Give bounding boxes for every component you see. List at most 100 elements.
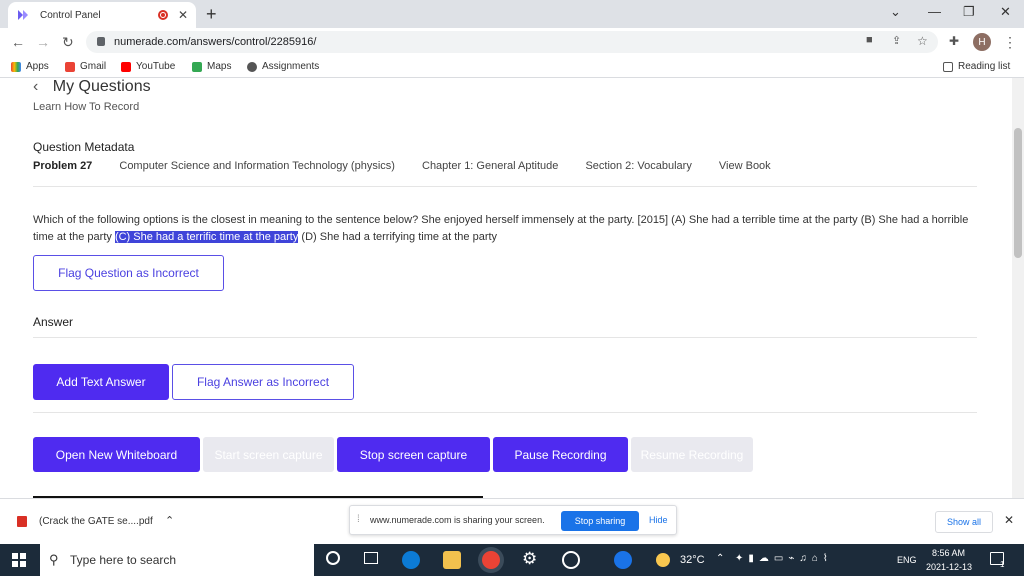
bookmark-gmail[interactable]: Gmail	[65, 61, 106, 72]
page-content: ‹ My Questions Learn How To Record Quest…	[0, 78, 1012, 498]
scrollbar[interactable]	[1012, 78, 1024, 498]
bookmark-label: Apps	[26, 61, 49, 72]
media-player-icon[interactable]	[562, 551, 580, 569]
subject-label: Computer Science and Information Technol…	[119, 160, 395, 172]
help-icon[interactable]	[614, 551, 632, 569]
divider	[33, 337, 977, 338]
new-tab-button[interactable]: +	[206, 4, 217, 25]
language-indicator[interactable]: ENG	[897, 555, 917, 565]
system-tray-icons[interactable]: ✦▮☁▭⌁♫⌂⌇	[735, 553, 833, 564]
reading-list[interactable]: Reading list	[943, 61, 1010, 72]
drag-handle-icon[interactable]: ⁞	[357, 514, 360, 525]
tab-search-icon[interactable]: ⌄	[890, 4, 901, 20]
back-chevron-icon[interactable]: ‹	[33, 78, 38, 95]
tab-close-icon[interactable]: ✕	[178, 8, 188, 22]
gmail-icon	[65, 61, 75, 72]
add-text-answer-button[interactable]: Add Text Answer	[33, 364, 169, 400]
extensions-icon[interactable]: ✚	[949, 34, 959, 48]
taskbar: ⚲ Type here to search ⚙ 32°C ⌃ ✦▮☁▭⌁♫⌂⌇ …	[0, 544, 1024, 576]
share-message: www.numerade.com is sharing your screen.	[370, 515, 545, 525]
divider	[33, 186, 977, 187]
clock-time[interactable]: 8:56 AM	[932, 548, 965, 558]
bookmark-apps[interactable]: Apps	[11, 61, 49, 72]
metadata-row: Problem 27 Computer Science and Informat…	[33, 160, 795, 172]
toolbar: ← → ↻ numerade.com/answers/control/22859…	[0, 28, 1024, 56]
menu-icon[interactable]: ⋮	[1003, 34, 1017, 51]
start-capture-button[interactable]: Start screen capture	[203, 437, 334, 472]
restore-button[interactable]: ❐	[963, 4, 975, 20]
cortana-icon[interactable]	[326, 551, 340, 565]
metadata-heading: Question Metadata	[33, 140, 135, 154]
page-title-row: ‹ My Questions	[33, 78, 151, 96]
screen-share-banner: ⁞ www.numerade.com is sharing your scree…	[349, 505, 677, 535]
divider	[33, 412, 977, 413]
camera-icon[interactable]: ■	[866, 34, 873, 46]
flag-answer-button[interactable]: Flag Answer as Incorrect	[172, 364, 354, 400]
chevron-up-icon[interactable]: ⌃	[165, 514, 174, 527]
bookmark-assignments[interactable]: Assignments	[247, 61, 319, 72]
back-icon[interactable]: ←	[11, 34, 25, 50]
forward-icon[interactable]: →	[36, 34, 50, 50]
question-part: (D) She had a terrifying time at the par…	[298, 231, 498, 243]
view-book-link[interactable]: View Book	[719, 160, 771, 172]
close-download-bar-icon[interactable]: ✕	[1004, 513, 1014, 527]
globe-icon	[247, 61, 257, 72]
settings-gear-icon[interactable]: ⚙	[522, 549, 537, 569]
reading-list-icon	[943, 61, 953, 72]
search-icon: ⚲	[49, 552, 59, 567]
share-icon[interactable]: ⇪	[892, 34, 901, 47]
bookmark-youtube[interactable]: YouTube	[121, 61, 175, 72]
youtube-icon	[121, 61, 131, 72]
resume-recording-button[interactable]: Resume Recording	[631, 437, 753, 472]
download-file[interactable]: (Crack the GATE se....pdf	[39, 516, 153, 527]
file-explorer-icon[interactable]	[443, 551, 461, 569]
bookmark-star-icon[interactable]: ☆	[917, 34, 928, 48]
download-bar: (Crack the GATE se....pdf ⌃ ⁞ www.numera…	[0, 498, 1024, 544]
temperature: 32°C	[680, 554, 705, 566]
apps-grid-icon	[11, 61, 21, 72]
task-view-icon[interactable]	[364, 552, 378, 564]
page-title: My Questions	[52, 78, 151, 95]
hide-button[interactable]: Hide	[649, 515, 668, 525]
address-bar[interactable]: numerade.com/answers/control/2285916/	[86, 31, 938, 53]
bookmarks-bar: Apps Gmail YouTube Maps Assignments Read…	[0, 56, 1024, 78]
numerade-favicon-icon	[18, 10, 28, 20]
profile-avatar[interactable]: H	[973, 33, 991, 51]
maps-icon	[192, 61, 202, 72]
flag-question-button[interactable]: Flag Question as Incorrect	[33, 255, 224, 291]
pdf-icon	[17, 516, 27, 527]
question-text: Which of the following options is the cl…	[33, 212, 983, 246]
recording-indicator-icon	[157, 10, 168, 20]
windows-start-icon[interactable]	[12, 553, 26, 567]
bookmark-maps[interactable]: Maps	[192, 61, 231, 72]
taskbar-search[interactable]: ⚲ Type here to search	[40, 544, 314, 576]
browser-tab[interactable]: Control Panel ✕	[8, 2, 196, 28]
answer-heading: Answer	[33, 315, 74, 329]
open-whiteboard-button[interactable]: Open New Whiteboard	[33, 437, 200, 472]
chapter-label: Chapter 1: General Aptitude	[422, 160, 559, 172]
question-selection: (C) She had a terrific time at the party	[114, 231, 299, 243]
tab-title: Control Panel	[40, 9, 101, 21]
reload-icon[interactable]: ↻	[62, 34, 74, 51]
scrollbar-thumb[interactable]	[1014, 128, 1022, 258]
stop-capture-button[interactable]: Stop screen capture	[337, 437, 490, 472]
tray-chevron-icon[interactable]: ⌃	[716, 553, 724, 564]
bookmark-label: Maps	[207, 61, 232, 72]
minimize-button[interactable]: —	[928, 4, 941, 19]
weather-icon	[656, 553, 670, 567]
bookmark-label: Assignments	[262, 61, 320, 72]
chrome-icon[interactable]	[482, 551, 500, 569]
problem-number: Problem 27	[33, 160, 93, 172]
clock-date[interactable]: 2021-12-13	[926, 562, 972, 572]
edge-icon[interactable]	[402, 551, 420, 569]
search-placeholder: Type here to search	[70, 553, 177, 567]
bookmark-label: Gmail	[80, 61, 107, 72]
close-window-button[interactable]: ✕	[1000, 4, 1011, 20]
show-all-button[interactable]: Show all	[935, 511, 993, 533]
stop-sharing-button[interactable]: Stop sharing	[561, 511, 639, 531]
pause-recording-button[interactable]: Pause Recording	[493, 437, 628, 472]
notification-count: 1	[1000, 560, 1005, 569]
tab-strip: Control Panel ✕ + ⌄ — ❐ ✕	[0, 0, 1024, 28]
learn-link[interactable]: Learn How To Record	[33, 101, 139, 113]
reading-list-label: Reading list	[958, 61, 1011, 72]
